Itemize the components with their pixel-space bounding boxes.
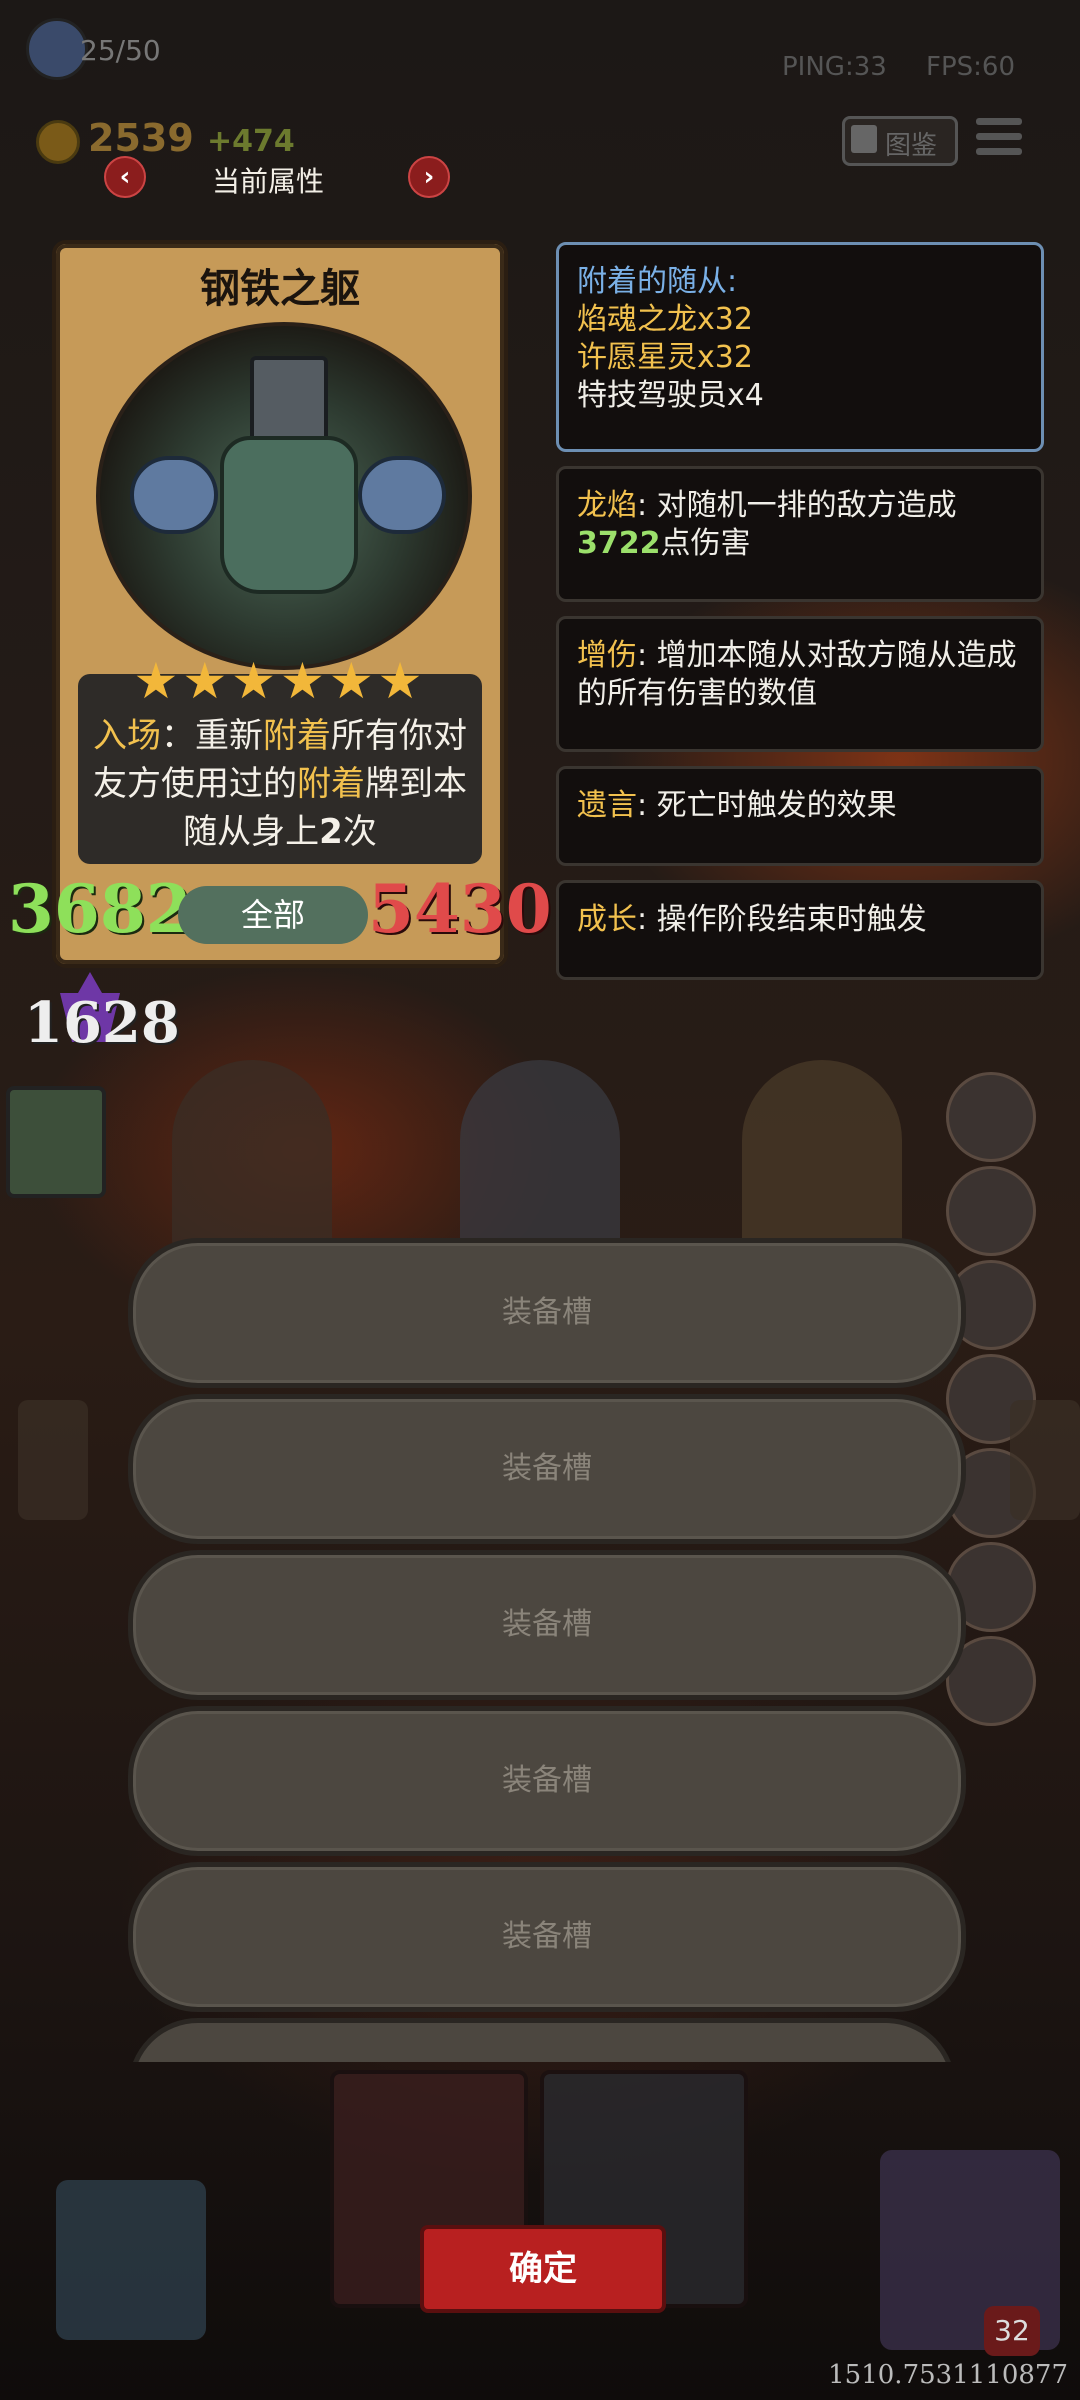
codex-label: 图鉴 <box>885 131 938 161</box>
population-counter: 25/50 <box>80 34 161 67</box>
attached-item: 许愿星灵x32 <box>577 340 753 375</box>
keyword-label: 遗言 <box>577 788 637 823</box>
star-rating: ★★★★★★ <box>133 652 427 710</box>
menu-icon[interactable] <box>976 118 1022 158</box>
confirm-button[interactable]: 确定 <box>420 2225 666 2313</box>
player-hero-left[interactable] <box>56 2180 206 2340</box>
coin-gain: +474 <box>207 124 295 159</box>
attached-minions-panel: 附着的随从: 焰魂之龙x32 许愿星灵x32 特技驾驶员x4 <box>556 242 1044 452</box>
hero-portrait-left[interactable] <box>6 1086 106 1198</box>
ping-readout: PING:33 <box>782 52 887 82</box>
coin-count: 2539 +474 <box>88 116 295 160</box>
robot-arm-right <box>358 456 446 534</box>
keyword-label: 龙焰 <box>577 488 637 523</box>
robot-body <box>220 436 358 594</box>
minion-card: 钢铁之躯 ★★★★★★ 入场：重新附着所有你对友方使用过的附着牌到本随从身上2次 <box>52 240 508 968</box>
equipment-slot-partial[interactable] <box>128 2018 956 2062</box>
side-item-icon[interactable] <box>946 1166 1036 1256</box>
attached-item: 焰魂之龙x32 <box>577 302 753 337</box>
keyword-label: 成长 <box>577 902 637 937</box>
attached-item: 特技驾驶员x4 <box>577 378 764 413</box>
shield-value: 1628 <box>24 990 180 1056</box>
deathrattle-panel: 遗言: 死亡时触发的效果 <box>556 766 1044 866</box>
keyword-label: 增伤 <box>577 638 637 673</box>
board-minion-slot[interactable] <box>742 1060 902 1250</box>
attack-value: 3682 <box>8 870 192 948</box>
prev-attr-button[interactable]: ‹ <box>104 156 146 198</box>
robot-arm-left <box>130 456 218 534</box>
equipment-slot[interactable]: 装备槽 <box>128 1238 966 1388</box>
equipment-slot[interactable]: 装备槽 <box>128 1862 966 2012</box>
book-icon <box>851 125 877 153</box>
card-portrait <box>96 322 472 670</box>
fps-readout: FPS:60 <box>926 52 1015 82</box>
growth-panel: 成长: 操作阶段结束时触发 <box>556 880 1044 980</box>
next-attr-button[interactable]: › <box>408 156 450 198</box>
filter-all-button[interactable]: 全部 <box>178 886 368 944</box>
damage-boost-panel: 增伤: 增加本随从对敌方随从造成的所有伤害的数值 <box>556 616 1044 752</box>
card-name: 钢铁之躯 <box>200 266 360 312</box>
equipment-slot[interactable]: 装备槽 <box>128 1550 966 1700</box>
bottom-number: 1510.7531110877 <box>828 2360 1068 2390</box>
damage-value: 3722 <box>577 526 661 561</box>
coin-icon <box>36 120 80 164</box>
player-avatar[interactable] <box>26 18 88 80</box>
equipment-slot[interactable]: 装备槽 <box>128 1394 966 1544</box>
card-description: 入场：重新附着所有你对友方使用过的附着牌到本随从身上2次 <box>93 716 467 852</box>
lamp-decoration <box>18 1400 88 1520</box>
health-value: 5430 <box>368 870 552 948</box>
board-minion-slot[interactable] <box>460 1060 620 1250</box>
attached-title: 附着的随从: <box>577 264 738 299</box>
heart-counter: 32 <box>984 2306 1040 2356</box>
lamp-decoration <box>1010 1400 1080 1520</box>
board-minion-slot[interactable] <box>172 1060 332 1250</box>
attr-title: 当前属性 <box>212 165 325 198</box>
codex-button[interactable]: 图鉴 <box>842 116 958 166</box>
side-item-icon[interactable] <box>946 1072 1036 1162</box>
dragon-flame-panel: 龙焰: 对随机一排的敌方造成 3722点伤害 <box>556 466 1044 602</box>
equipment-slot[interactable]: 装备槽 <box>128 1706 966 1856</box>
